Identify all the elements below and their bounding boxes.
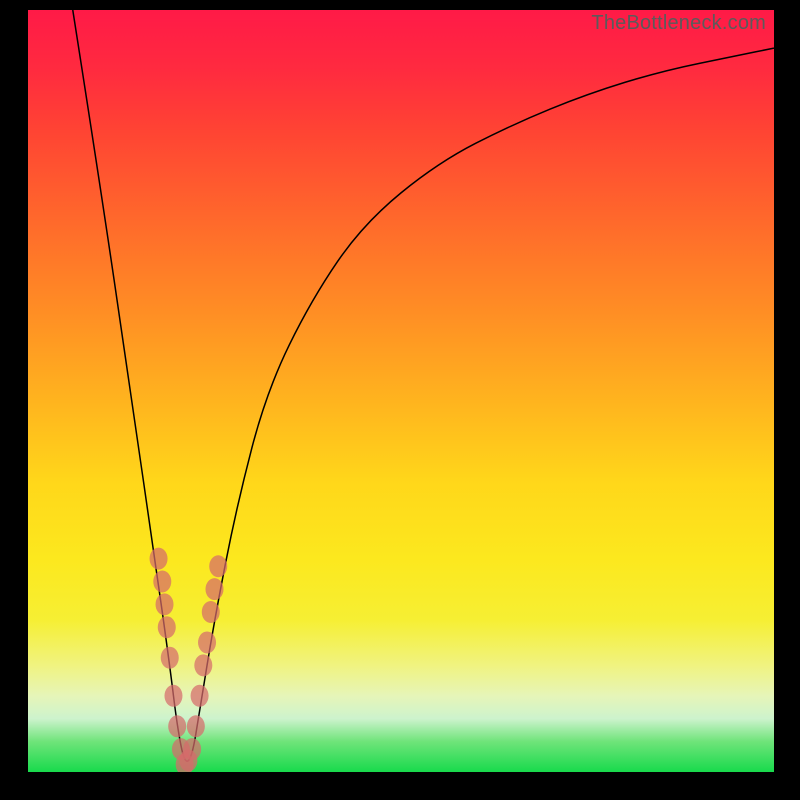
chart-frame: TheBottleneck.com <box>0 0 800 800</box>
sample-points <box>28 10 774 772</box>
plot-area <box>28 10 774 772</box>
watermark-text: TheBottleneck.com <box>591 12 766 35</box>
